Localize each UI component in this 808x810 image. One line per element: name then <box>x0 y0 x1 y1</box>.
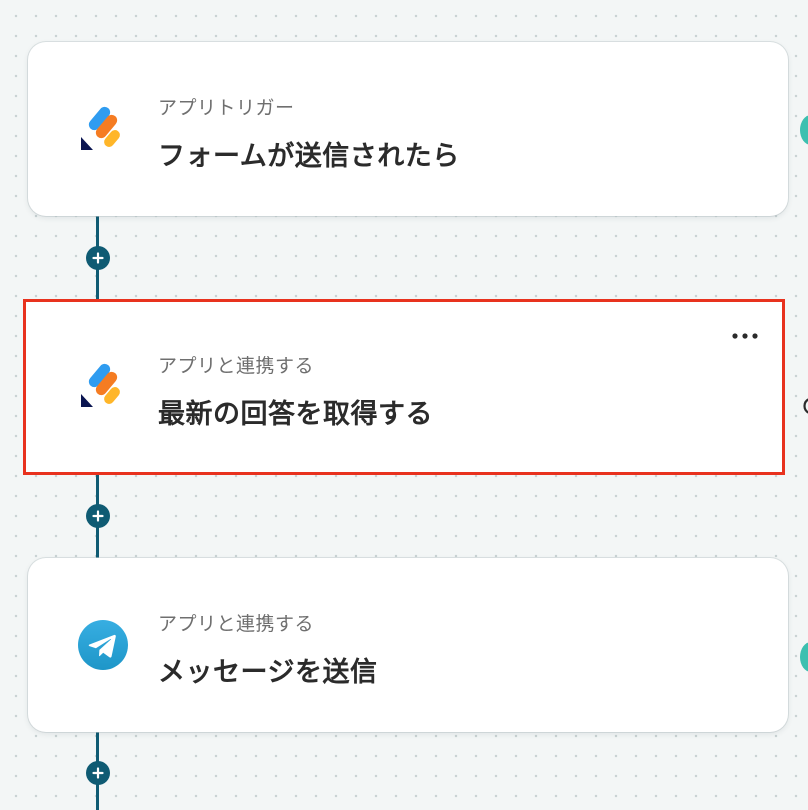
step-type-label: アプリと連携する <box>158 613 315 635</box>
more-horizontal-icon <box>732 333 758 339</box>
add-step-button[interactable] <box>86 504 110 528</box>
telegram-icon <box>78 620 128 670</box>
side-node-mark <box>803 398 808 414</box>
add-step-button[interactable] <box>86 246 110 270</box>
step-title: フォームが送信されたら <box>158 141 460 172</box>
step-card-get-latest-answer[interactable]: アプリと連携する 最新の回答を取得する <box>23 299 785 475</box>
step-title: 最新の回答を取得する <box>158 399 433 430</box>
plus-icon <box>92 767 104 779</box>
add-step-button[interactable] <box>86 761 110 785</box>
step-type-label: アプリと連携する <box>158 355 315 377</box>
step-type-label: アプリトリガー <box>158 97 295 119</box>
plus-icon <box>92 252 104 264</box>
more-options-button[interactable] <box>730 324 760 348</box>
step-title: メッセージを送信 <box>158 657 378 688</box>
step-card-send-message[interactable]: アプリと連携する メッセージを送信 <box>28 558 788 732</box>
plus-icon <box>92 510 104 522</box>
side-node-circle <box>800 115 808 145</box>
step-card-trigger[interactable]: アプリトリガー フォームが送信されたら <box>28 42 788 216</box>
jotform-icon <box>81 363 120 407</box>
side-node-circle <box>800 642 808 672</box>
jotform-icon <box>81 106 120 150</box>
